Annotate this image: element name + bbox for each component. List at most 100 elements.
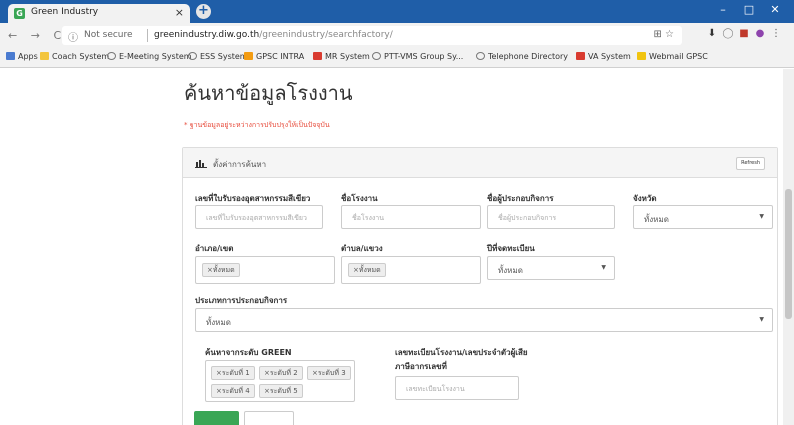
bookmark-coach-system[interactable]: Coach System: [40, 52, 109, 61]
bookmark-gpsc-intra[interactable]: GPSC INTRA: [244, 52, 304, 61]
bookmark-apps[interactable]: Apps: [6, 52, 38, 61]
province-select[interactable]: ทั้งหมด ▼: [633, 205, 773, 229]
bookmark-label: VA System: [588, 52, 631, 61]
address-bar[interactable]: ⓘ Not secure greenindustry.diw.go.th/gre…: [62, 26, 682, 45]
green-level-tag[interactable]: ×ระดับที่ 2: [259, 366, 303, 380]
clear-button[interactable]: [244, 411, 294, 425]
province-label: จังหวัด: [633, 194, 657, 203]
chevron-down-icon: ▼: [759, 316, 764, 323]
url-host: greenindustry.diw.go.th: [154, 30, 260, 40]
bookmark-label: MR System: [325, 52, 370, 61]
green-level-tag[interactable]: ×ระดับที่ 4: [211, 384, 255, 398]
district-label: อำเภอ/เขต: [195, 244, 234, 253]
bookmarks-bar: Apps Coach System E-Meeting System ESS S…: [0, 48, 794, 68]
operator-name-input[interactable]: ชื่อผู้ประกอบกิจการ: [487, 205, 615, 229]
district-tag[interactable]: ×ทั้งหมด: [202, 263, 240, 277]
factory-reg-label: เลขทะเบียนโรงงาน/เลขประจำตัวผู้เสีย: [395, 348, 528, 357]
bookmark-e-meeting[interactable]: E-Meeting System: [107, 52, 192, 61]
extension-icon[interactable]: ◯: [720, 28, 736, 39]
province-value: ทั้งหมด: [644, 215, 669, 224]
red-extension-icon[interactable]: ■: [736, 28, 752, 39]
bookmark-mr-system[interactable]: MR System: [313, 52, 370, 61]
refresh-button[interactable]: Refresh: [736, 157, 765, 170]
page-viewport: ค้นหาข้อมูลโรงงาน * ฐานข้อมูลอยู่ระหว่าง…: [0, 69, 794, 425]
subdistrict-tag[interactable]: ×ทั้งหมด: [348, 263, 386, 277]
bar-chart-icon: [195, 160, 207, 168]
reg-year-value: ทั้งหมด: [498, 266, 523, 275]
search-button[interactable]: [194, 411, 239, 425]
business-type-value: ทั้งหมด: [206, 318, 231, 327]
bookmark-label: Apps: [18, 52, 38, 61]
green-industry-favicon: G: [14, 8, 25, 19]
url-path: /greenindustry/searchfactory/: [259, 30, 393, 40]
green-cert-placeholder: เลขที่ใบรับรองอุตสาหกรรมสีเขียว: [206, 214, 307, 222]
page-title: ค้นหาข้อมูลโรงงาน: [184, 81, 353, 105]
bookmark-ess[interactable]: ESS System: [188, 52, 248, 61]
green-cert-input[interactable]: เลขที่ใบรับรองอุตสาหกรรมสีเขียว: [195, 205, 323, 229]
address-bar-icons: ⊞ ☆: [653, 29, 674, 40]
green-level-tag[interactable]: ×ระดับที่ 5: [259, 384, 303, 398]
factory-reg-input[interactable]: เลขทะเบียนโรงงาน: [395, 376, 519, 400]
green-level-multiselect[interactable]: ×ระดับที่ 1 ×ระดับที่ 2 ×ระดับที่ 3 ×ระด…: [205, 360, 355, 402]
green-level-label: ค้นหาจากระดับ GREEN: [205, 348, 292, 357]
url-text: greenindustry.diw.go.th/greenindustry/se…: [154, 30, 393, 40]
new-tab-button[interactable]: +: [196, 4, 211, 19]
district-multiselect[interactable]: ×ทั้งหมด: [195, 256, 335, 284]
green-level-tag[interactable]: ×ระดับที่ 3: [307, 366, 351, 380]
green-level-tag[interactable]: ×ระดับที่ 1: [211, 366, 255, 380]
bookmark-star-icon[interactable]: ☆: [665, 29, 674, 40]
browser-toolbar: ← → C ⓘ Not secure greenindustry.diw.go.…: [0, 23, 794, 48]
info-icon[interactable]: ⓘ: [68, 29, 78, 44]
green-cert-label: เลขที่ใบรับรองอุตสาหกรรมสีเขียว: [195, 194, 311, 203]
chevron-down-icon: ▼: [601, 264, 606, 271]
red-bar-icon: [576, 52, 585, 60]
browser-tab[interactable]: G Green Industry ×: [8, 4, 190, 23]
back-icon[interactable]: ←: [8, 29, 17, 42]
reload-icon[interactable]: C: [53, 29, 61, 42]
factory-name-input[interactable]: ชื่อโรงงาน: [341, 205, 481, 229]
panel-title: ตั้งค่าการค้นหา: [213, 160, 267, 169]
bookmark-label: GPSC INTRA: [256, 52, 305, 61]
bookmark-ptt-vms[interactable]: PTT-VMS Group Sy...: [372, 52, 463, 61]
menu-icon[interactable]: ⋮: [768, 28, 784, 39]
tab-close-icon[interactable]: ×: [175, 6, 184, 19]
folder-icon: [244, 52, 253, 60]
page-scrollbar[interactable]: [783, 69, 794, 425]
factory-name-label: ชื่อโรงงาน: [341, 194, 378, 203]
globe-icon: [188, 52, 197, 60]
bookmark-label: PTT-VMS Group Sy...: [384, 52, 464, 61]
yellow-icon: [637, 52, 646, 60]
bookmark-label: E-Meeting System: [119, 52, 192, 61]
extension-icons: ⬇ ◯ ■ ● ⋮: [704, 28, 784, 39]
bookmark-va-system[interactable]: VA System: [576, 52, 631, 61]
reg-year-select[interactable]: ทั้งหมด ▼: [487, 256, 615, 280]
maximize-icon[interactable]: □: [736, 3, 762, 16]
bookmark-label: Webmail GPSC: [649, 52, 708, 61]
profile-icon[interactable]: ●: [752, 28, 768, 39]
scrollbar-thumb[interactable]: [785, 189, 792, 319]
browser-tabstrip: G Green Industry × + – □ ✕: [0, 0, 794, 23]
folder-icon: [40, 52, 49, 60]
close-window-icon[interactable]: ✕: [762, 3, 788, 16]
red-bar-icon: [313, 52, 322, 60]
reg-year-label: ปีที่จดทะเบียน: [487, 244, 535, 253]
globe-icon: [476, 52, 485, 60]
forward-icon[interactable]: →: [31, 29, 40, 42]
factory-name-placeholder: ชื่อโรงงาน: [352, 214, 385, 222]
business-type-label: ประเภทการประกอบกิจการ: [195, 296, 288, 305]
translate-icon[interactable]: ⊞: [653, 29, 661, 40]
subdistrict-label: ตำบล/แขวง: [341, 244, 383, 253]
globe-icon: [372, 52, 381, 60]
address-separator: [147, 29, 148, 42]
minimize-icon[interactable]: –: [710, 3, 736, 16]
window-controls: – □ ✕: [710, 3, 788, 16]
bookmark-webmail[interactable]: Webmail GPSC: [637, 52, 708, 61]
bookmark-label: Telephone Directory: [488, 52, 569, 61]
bookmark-telephone[interactable]: Telephone Directory: [476, 52, 568, 61]
panel-header: ตั้งค่าการค้นหา Refresh: [183, 148, 777, 178]
bookmark-label: ESS System: [200, 52, 248, 61]
business-type-select[interactable]: ทั้งหมด ▼: [195, 308, 773, 332]
operator-name-placeholder: ชื่อผู้ประกอบกิจการ: [498, 214, 557, 222]
download-icon[interactable]: ⬇: [704, 28, 720, 39]
subdistrict-multiselect[interactable]: ×ทั้งหมด: [341, 256, 481, 284]
